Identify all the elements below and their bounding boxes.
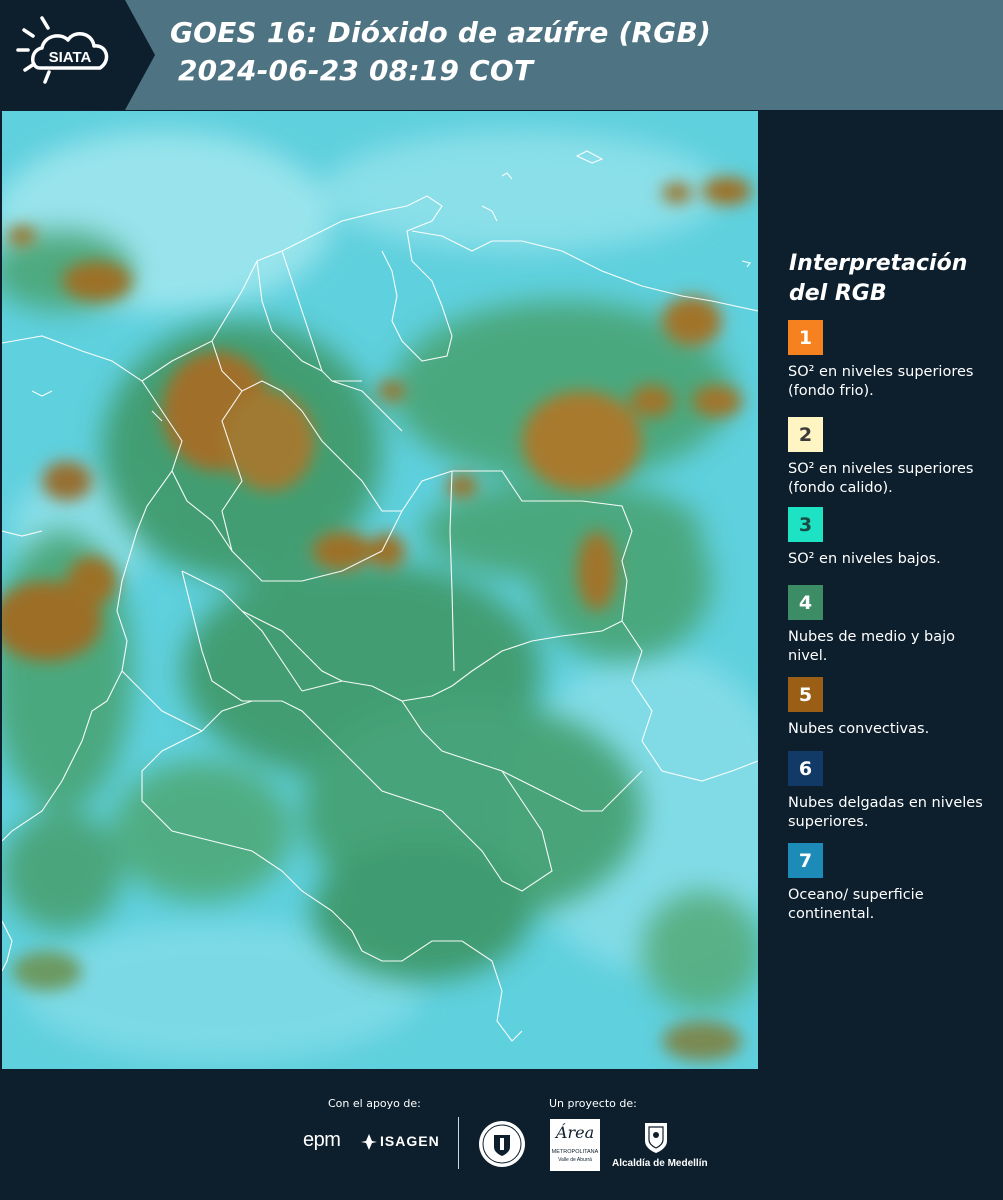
legend-label: Nubes de medio y bajo nivel. [788, 629, 955, 664]
alcaldia-text: Alcaldía de Medellín [612, 1158, 708, 1169]
legend-item: 5 Nubes convectivas. [788, 677, 998, 739]
support-label: Con el apoyo de: [328, 1097, 421, 1110]
title-line-1: GOES 16: Dióxido de azúfre (RGB) [170, 16, 712, 49]
satellite-map [2, 111, 758, 1069]
legend-label: Nubes convectivas. [788, 721, 930, 737]
legend-panel: Interpretación del RGB 1 SO² en niveles s… [762, 111, 1003, 1069]
legend-swatch: 4 [788, 585, 823, 620]
legend-label: Nubes delgadas en niveles superiores. [788, 795, 983, 830]
legend-swatch: 6 [788, 751, 823, 786]
alcaldia-crest [643, 1119, 669, 1155]
legend-label: SO² en niveles bajos. [788, 551, 941, 567]
legend-item: 3 SO² en niveles bajos. [788, 507, 998, 569]
legend-swatch: 3 [788, 507, 823, 542]
page-title: GOES 16: Dióxido de azúfre (RGB) 2024-06… [170, 14, 711, 90]
siata-logo: SIATA [0, 0, 155, 110]
isagen-text: ISAGEN [380, 1133, 440, 1149]
area-subtitle-2: Valle de Aburrá [558, 1157, 592, 1163]
legend-item: 6 Nubes delgadas en niveles superiores. [788, 751, 998, 832]
footer: Con el apoyo de: Un proyecto de: epm ISA… [0, 1069, 1003, 1200]
area-subtitle: METROPOLITANA [551, 1149, 599, 1155]
legend-swatch: 1 [788, 320, 823, 355]
title-line-2: 2024-06-23 08:19 COT [178, 54, 534, 87]
legend-item: 1 SO² en niveles superiores (fondo frio). [788, 320, 998, 401]
footer-divider [458, 1117, 459, 1169]
legend-item: 2 SO² en niveles superiores (fondo calido… [788, 417, 998, 498]
legend-item: 4 Nubes de medio y bajo nivel. [788, 585, 998, 666]
legend-label: SO² en niveles superiores (fondo calido)… [788, 461, 974, 496]
project-label: Un proyecto de: [549, 1097, 637, 1110]
epm-logo: epm [303, 1129, 341, 1151]
isagen-icon [361, 1134, 377, 1150]
legend-label: SO² en niveles superiores (fondo frio). [788, 364, 974, 399]
medellin-seal [477, 1119, 527, 1169]
area-logo-text: Área [555, 1123, 595, 1142]
area-metropolitana-logo: Área METROPOLITANA Valle de Aburrá [550, 1119, 600, 1171]
logo-text: SIATA [49, 49, 92, 66]
legend-swatch: 2 [788, 417, 823, 452]
header: SIATA GOES 16: Dióxido de azúfre (RGB) 2… [0, 0, 1003, 110]
legend-swatch: 5 [788, 677, 823, 712]
legend-label: Oceano/ superficie continental. [788, 887, 924, 922]
legend-item: 7 Oceano/ superficie continental. [788, 843, 998, 924]
legend-swatch: 7 [788, 843, 823, 878]
legend-title: Interpretación del RGB [789, 251, 968, 306]
